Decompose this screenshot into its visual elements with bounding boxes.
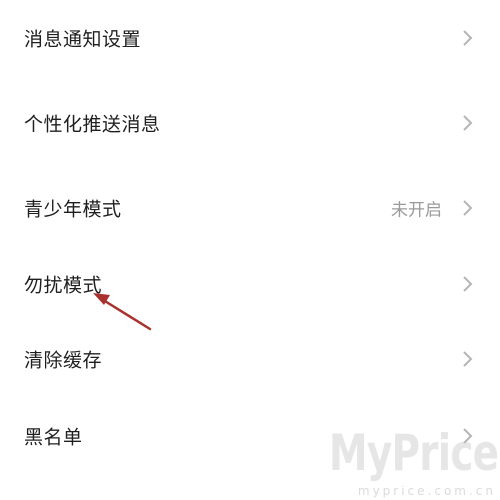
chevron-right-icon [462, 275, 474, 293]
chevron-right-icon [462, 350, 474, 368]
settings-item-label: 个性化推送消息 [24, 113, 161, 136]
settings-item-clear-cache[interactable]: 清除缓存 [0, 329, 500, 389]
settings-item-label: 清除缓存 [24, 349, 103, 372]
settings-item-label: 黑名单 [24, 426, 83, 449]
settings-item-teen-mode[interactable]: 青少年模式 未开启 [0, 178, 500, 238]
chevron-right-icon [462, 29, 474, 47]
chevron-right-icon [462, 427, 474, 445]
settings-item-label: 青少年模式 [24, 198, 122, 221]
settings-list: 消息通知设置 个性化推送消息 青少年模式 未开启 勿扰模式 清除缓存 黑名单 [0, 0, 500, 500]
settings-item-do-not-disturb[interactable]: 勿扰模式 [0, 254, 500, 314]
chevron-right-icon [462, 199, 474, 217]
settings-item-personalized-push[interactable]: 个性化推送消息 [0, 93, 500, 153]
settings-item-label: 消息通知设置 [24, 28, 142, 51]
settings-item-blacklist[interactable]: 黑名单 [0, 406, 500, 466]
chevron-right-icon [462, 114, 474, 132]
teen-mode-status: 未开启 [391, 200, 442, 221]
settings-item-message-notifications[interactable]: 消息通知设置 [0, 8, 500, 68]
settings-item-label: 勿扰模式 [24, 274, 103, 297]
